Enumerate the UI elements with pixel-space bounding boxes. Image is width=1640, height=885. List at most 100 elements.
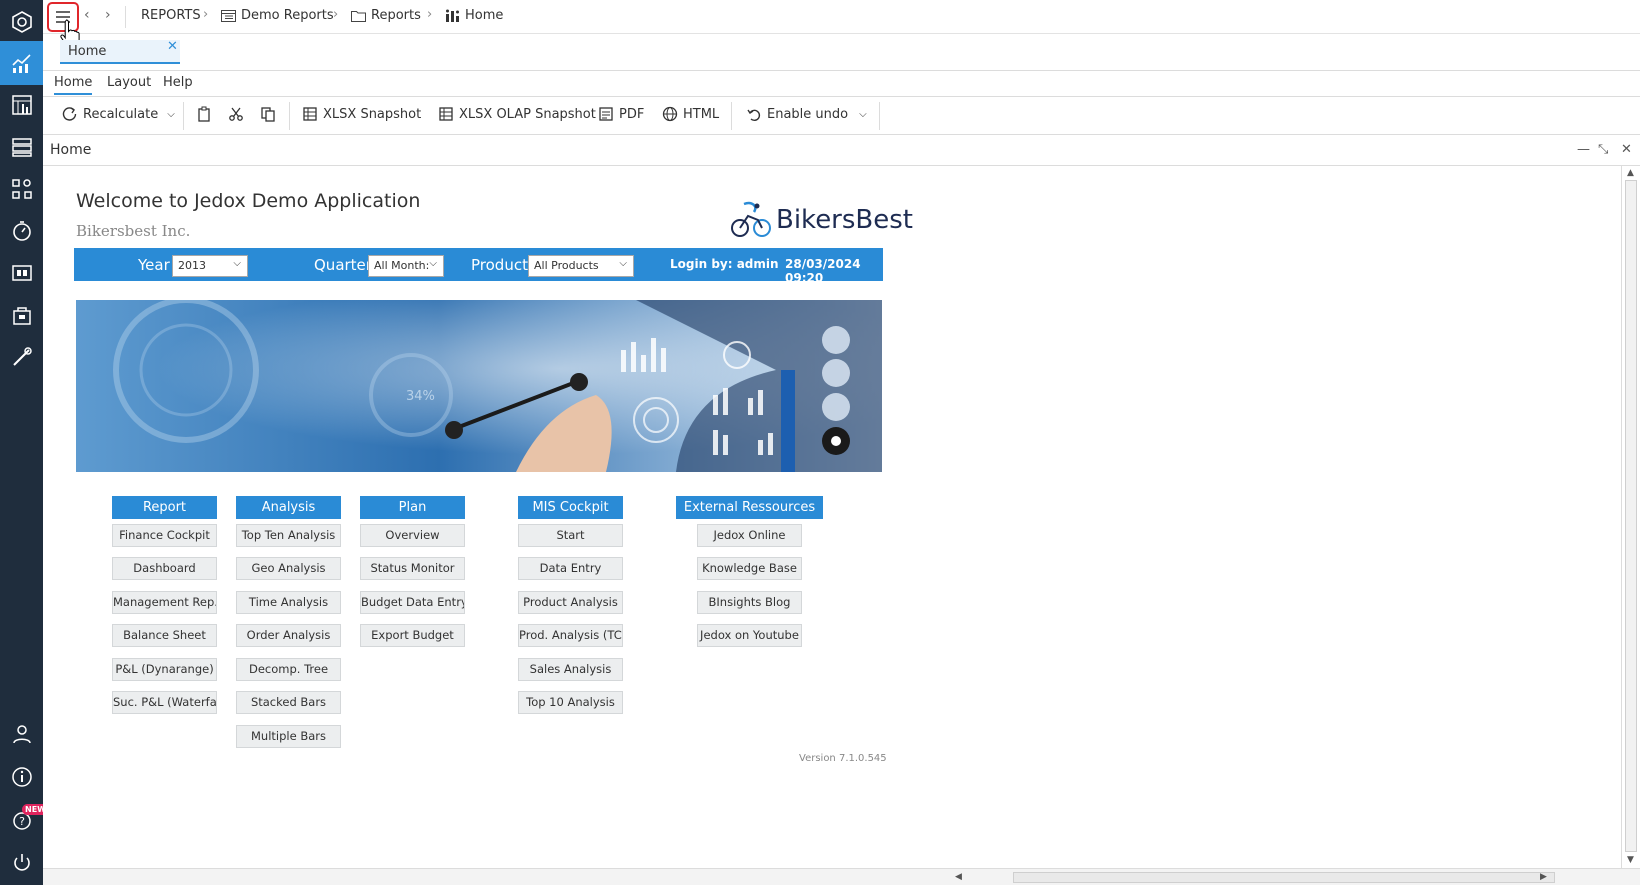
jedox-logo-icon[interactable] xyxy=(0,0,43,44)
restore-icon[interactable]: ⤡ xyxy=(1598,142,1608,157)
toolbar-divider xyxy=(731,102,732,130)
store-icon[interactable] xyxy=(0,293,43,337)
chevron-down-icon[interactable]: ⌵ xyxy=(859,109,867,120)
nav-link-button[interactable]: Time Analysis xyxy=(236,591,341,614)
info-icon[interactable] xyxy=(0,755,43,799)
xlsx-snapshot-label: XLSX Snapshot xyxy=(323,106,422,122)
quarter-select[interactable]: All Month: ⌵ xyxy=(368,255,444,277)
nav-link-button[interactable]: Dashboard xyxy=(112,557,217,580)
scroll-left-icon[interactable]: ◀ xyxy=(955,872,962,882)
nav-link-button[interactable]: Prod. Analysis (TC) xyxy=(518,624,623,647)
top-bar: ‹ › REPORTS › Demo Reports › Reports › H… xyxy=(43,0,1640,34)
nav-link-button[interactable]: Knowledge Base xyxy=(697,557,802,580)
nav-link-button[interactable]: Export Budget xyxy=(360,624,465,647)
pdf-label: PDF xyxy=(619,106,645,122)
enable-undo-button[interactable]: Enable undo ⌵ xyxy=(746,106,867,122)
cyclist-logo-icon xyxy=(731,201,771,237)
nav-link-button[interactable]: Geo Analysis xyxy=(236,557,341,580)
column-header: MIS Cockpit xyxy=(518,496,623,519)
products-select[interactable]: All Products ⌵ xyxy=(528,255,634,277)
year-select[interactable]: 2013 ⌵ xyxy=(172,255,248,277)
breadcrumb-root[interactable]: REPORTS xyxy=(141,8,201,23)
report-folder-icon xyxy=(221,10,236,22)
nav-link-button[interactable]: Start xyxy=(518,524,623,547)
paste-button[interactable] xyxy=(196,106,212,122)
column-header: Analysis xyxy=(236,496,341,519)
ribbon-tab-home[interactable]: Home xyxy=(54,75,93,95)
tools-icon[interactable] xyxy=(0,335,43,379)
ribbon-tab-help[interactable]: Help xyxy=(163,75,193,90)
scheduler-icon[interactable] xyxy=(0,209,43,253)
nav-link-button[interactable]: Status Monitor xyxy=(360,557,465,580)
breadcrumb-separator-icon: › xyxy=(203,7,209,22)
nav-link-button[interactable]: Stacked Bars xyxy=(236,691,341,714)
xlsx-olap-icon xyxy=(439,107,453,121)
column-header: Report xyxy=(112,496,217,519)
xlsx-olap-snapshot-button[interactable]: XLSX OLAP Snapshot xyxy=(438,106,596,122)
nav-link-button[interactable]: Product Analysis xyxy=(518,591,623,614)
breadcrumb-reports[interactable]: Reports xyxy=(351,8,421,23)
nav-link-button[interactable]: Budget Data Entry xyxy=(360,591,465,614)
nav-link-button[interactable]: Finance Cockpit xyxy=(112,524,217,547)
forward-arrow-icon[interactable]: › xyxy=(105,7,111,23)
close-panel-icon[interactable]: ✕ xyxy=(1621,142,1632,157)
nav-link-button[interactable]: Sales Analysis xyxy=(518,658,623,681)
close-tab-icon[interactable]: ✕ xyxy=(167,39,178,54)
left-sidebar: ? NEW xyxy=(0,0,49,885)
olap-icon[interactable] xyxy=(0,83,43,127)
marketplace-icon[interactable] xyxy=(0,251,43,295)
breadcrumb-home[interactable]: Home xyxy=(445,8,503,23)
nav-link-button[interactable]: Decomp. Tree xyxy=(236,658,341,681)
power-icon[interactable] xyxy=(0,841,43,885)
minimize-icon[interactable]: — xyxy=(1577,142,1590,157)
help-icon[interactable]: ? NEW xyxy=(0,798,49,842)
database-icon[interactable] xyxy=(0,125,43,169)
scroll-down-icon[interactable]: ▼ xyxy=(1627,855,1634,865)
user-icon[interactable] xyxy=(0,712,43,756)
scroll-up-icon[interactable]: ▲ xyxy=(1627,168,1634,178)
copy-button[interactable] xyxy=(260,106,276,122)
tab-home[interactable]: Home xyxy=(60,40,180,64)
xlsx-snapshot-button[interactable]: XLSX Snapshot xyxy=(302,106,421,122)
divider xyxy=(125,6,126,28)
nav-link-button[interactable]: Data Entry xyxy=(518,557,623,580)
copy-icon xyxy=(261,107,275,122)
nav-link-button[interactable]: Balance Sheet xyxy=(112,624,217,647)
horizontal-scrollbar[interactable]: ◀ ▶ xyxy=(43,868,1640,885)
pdf-button[interactable]: PDF xyxy=(598,106,644,122)
vertical-scrollbar[interactable]: ▲ ▼ xyxy=(1621,166,1640,868)
cut-button[interactable] xyxy=(228,106,244,122)
svg-text:?: ? xyxy=(19,815,25,828)
banner-percent: 34% xyxy=(406,389,435,404)
datetime-info: 28/03/2024 09:20 xyxy=(785,257,861,285)
modeler-icon[interactable] xyxy=(0,167,43,211)
breadcrumb-label: Reports xyxy=(371,8,421,23)
bikersbest-logo: BikersBest xyxy=(730,200,913,240)
nav-link-button[interactable]: Top 10 Analysis xyxy=(518,691,623,714)
nav-link-button[interactable]: Top Ten Analysis xyxy=(236,524,341,547)
chevron-down-icon[interactable]: ⌵ xyxy=(167,109,175,120)
vertical-scroll-thumb[interactable] xyxy=(1625,180,1637,852)
html-button[interactable]: HTML xyxy=(662,106,719,122)
recalculate-button[interactable]: Recalculate ⌵ xyxy=(62,106,175,122)
nav-link-button[interactable]: Jedox Online xyxy=(697,524,802,547)
breadcrumb-demo-reports[interactable]: Demo Reports xyxy=(221,8,334,23)
xlsx-icon xyxy=(303,107,317,121)
reports-icon[interactable] xyxy=(0,41,43,85)
column-header: Plan xyxy=(360,496,465,519)
html-label: HTML xyxy=(683,106,720,122)
ribbon-tab-layout[interactable]: Layout xyxy=(107,75,151,90)
nav-link-button[interactable]: Order Analysis xyxy=(236,624,341,647)
scroll-right-icon[interactable]: ▶ xyxy=(1540,872,1547,882)
nav-link-button[interactable]: Multiple Bars xyxy=(236,725,341,748)
nav-link-button[interactable]: P&L (Dynarange) xyxy=(112,658,217,681)
undo-icon xyxy=(747,109,761,122)
nav-link-button[interactable]: Management Rep... xyxy=(112,591,217,614)
nav-link-button[interactable]: Jedox on Youtube xyxy=(697,624,802,647)
nav-link-button[interactable]: Overview xyxy=(360,524,465,547)
horizontal-scroll-thumb[interactable] xyxy=(1013,872,1555,883)
tab-label: Home xyxy=(68,44,107,59)
recalculate-label: Recalculate xyxy=(83,106,159,122)
nav-link-button[interactable]: Suc. P&L (Waterfall) xyxy=(112,691,217,714)
nav-link-button[interactable]: BInsights Blog xyxy=(697,591,802,614)
